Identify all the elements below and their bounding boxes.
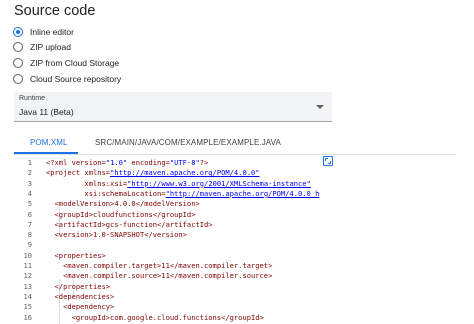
radio-button-icon[interactable] [13, 74, 23, 84]
radio-label: Inline editor [30, 27, 74, 37]
code-text[interactable]: <maven.compiler.source>11</maven.compile… [46, 271, 272, 281]
code-line[interactable]: 15 <dependency> [14, 302, 334, 312]
code-text[interactable]: <modelVersion>4.0.0</modelVersion> [46, 199, 200, 209]
line-number: 11 [23, 261, 32, 270]
line-number: 4 [27, 188, 32, 198]
code-text[interactable]: <groupId>cloudfunctions</groupId> [46, 210, 196, 220]
radio-button-icon[interactable] [13, 42, 23, 52]
code-text[interactable]: <groupId>com.google.cloud.functions</gro… [46, 313, 264, 323]
fullscreen-icon[interactable] [323, 156, 333, 166]
code-text[interactable]: <maven.compiler.target>11</maven.compile… [46, 261, 272, 271]
code-line[interactable]: 4 xsi:schemaLocation="http://maven.apach… [14, 189, 334, 199]
line-number: 14 [23, 291, 32, 301]
runtime-value: Java 11 (Beta) [19, 107, 74, 117]
code-line[interactable]: 10 <properties> [14, 251, 334, 261]
code-text[interactable]: <version>1.0-SNAPSHOT</version> [46, 230, 187, 240]
section-title: Source code [14, 3, 96, 19]
code-editor[interactable]: 1 <?xml version="1.0" encoding="UTF-8"?> 2… [14, 155, 334, 324]
code-line[interactable]: 9 [14, 240, 334, 250]
dropdown-arrow-icon[interactable] [316, 105, 324, 109]
code-line[interactable]: 6 <groupId>cloudfunctions</groupId> [14, 210, 334, 220]
code-text[interactable]: <dependency> [46, 302, 114, 312]
line-number: 2 [27, 168, 32, 178]
code-text[interactable]: xsi:schemaLocation="http://maven.apache.… [46, 189, 319, 199]
code-line[interactable]: 8 <version>1.0-SNAPSHOT</version> [14, 230, 334, 240]
radio-zip-upload[interactable]: ZIP upload [13, 40, 71, 54]
tab-example-java[interactable]: SRC/MAIN/JAVA/COM/EXAMPLE/EXAMPLE.JAVA [95, 138, 281, 147]
line-number: 12 [23, 271, 32, 281]
radio-button-checked-icon[interactable] [13, 27, 23, 37]
runtime-label: Runtime [19, 95, 46, 102]
code-text[interactable]: </properties> [46, 282, 111, 292]
code-line[interactable]: 2 <project xmlns="http://maven.apache.org… [14, 168, 334, 178]
line-number: 3 [27, 178, 32, 188]
file-tabs: POM.XML SRC/MAIN/JAVA/COM/EXAMPLE/EXAMPL… [14, 138, 456, 154]
line-number: 10 [23, 250, 32, 260]
radio-cloud-source-repository[interactable]: Cloud Source repository [13, 72, 121, 86]
code-line[interactable]: 3 xmlns:xsi="http://www.w3.org/2001/XMLS… [14, 179, 334, 189]
line-number: 1 [27, 158, 32, 167]
code-line[interactable]: 16 <groupId>com.google.cloud.functions</… [14, 313, 334, 323]
code-text[interactable]: <properties> [46, 251, 106, 261]
code-text[interactable]: xmlns:xsi="http://www.w3.org/2001/XMLSch… [46, 179, 310, 189]
code-line[interactable]: 7 <artifactId>gcs-function</artifactId> [14, 220, 334, 230]
code-line[interactable]: 13 </properties> [14, 282, 334, 292]
line-number: 6 [27, 209, 32, 219]
line-number: 13 [23, 281, 32, 291]
line-number: 5 [27, 199, 32, 209]
code-text[interactable]: <dependencies> [46, 292, 115, 302]
code-text[interactable]: <project xmlns="http://maven.apache.org/… [46, 168, 260, 178]
radio-button-icon[interactable] [13, 58, 23, 68]
radio-label: Cloud Source repository [30, 74, 122, 84]
runtime-select[interactable]: Runtime Java 11 (Beta) [14, 92, 332, 122]
code-text[interactable]: <artifactId>gcs-function</artifactId> [46, 220, 213, 230]
code-line[interactable]: 12 <maven.compiler.source>11</maven.comp… [14, 271, 334, 281]
code-text[interactable]: <?xml version="1.0" encoding="UTF-8"?> [46, 158, 208, 168]
line-number: 8 [27, 230, 32, 240]
code-line[interactable]: 11 <maven.compiler.target>11</maven.comp… [14, 261, 334, 271]
code-line[interactable]: 14 <dependencies> [14, 292, 334, 302]
radio-inline-editor[interactable]: Inline editor [13, 25, 74, 39]
radio-label: ZIP from Cloud Storage [30, 58, 120, 68]
code-line[interactable]: 1 <?xml version="1.0" encoding="UTF-8"?> [14, 158, 334, 168]
line-number: 15 [23, 302, 32, 312]
radio-zip-cloud-storage[interactable]: ZIP from Cloud Storage [13, 56, 119, 70]
line-number: 16 [23, 312, 32, 322]
line-number: 9 [27, 240, 32, 250]
line-number: 7 [27, 219, 32, 229]
radio-label: ZIP upload [30, 42, 71, 52]
code-line[interactable]: 5 <modelVersion>4.0.0</modelVersion> [14, 199, 334, 209]
tab-pom-xml[interactable]: POM.XML [30, 138, 68, 147]
